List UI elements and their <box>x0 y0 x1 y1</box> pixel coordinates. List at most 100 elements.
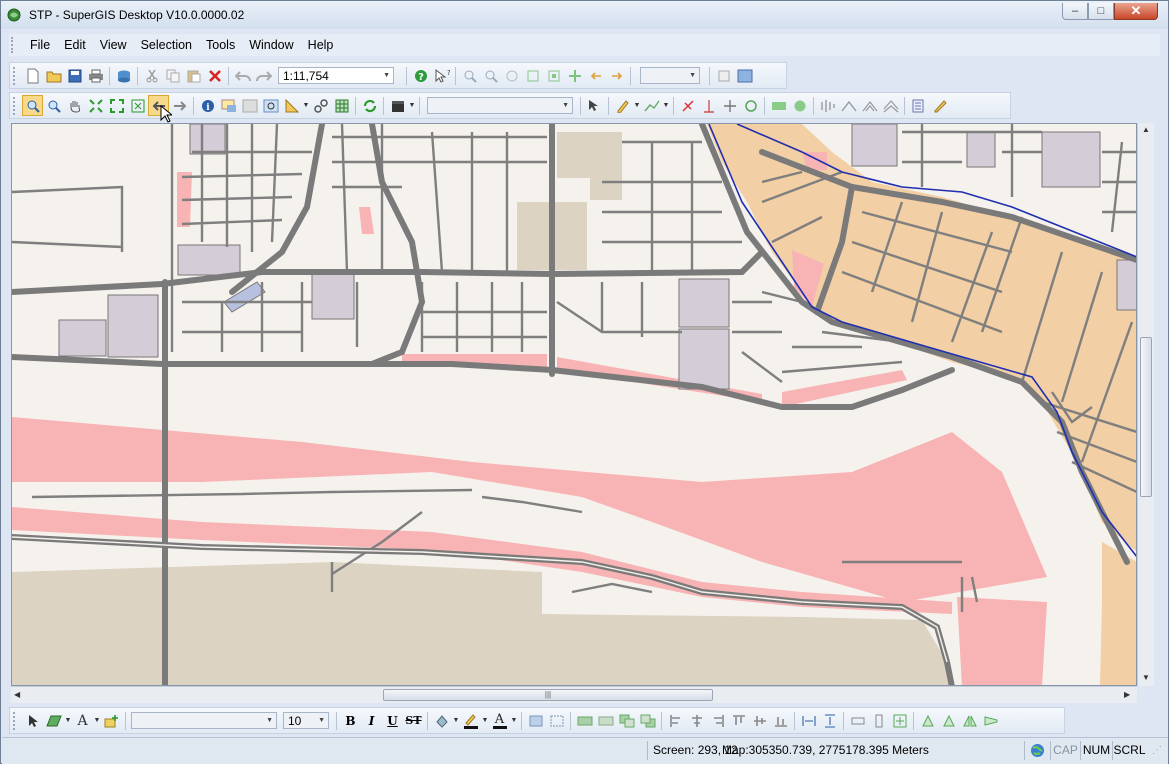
split-icon[interactable] <box>677 95 698 116</box>
map-tips-icon[interactable] <box>218 95 239 116</box>
back-extent-icon[interactable] <box>585 65 606 86</box>
scale-combo[interactable]: 1:11,754 ▼ <box>278 67 394 84</box>
menu-view[interactable]: View <box>93 34 134 56</box>
forward-extent-icon[interactable] <box>606 65 627 86</box>
fill-color-icon[interactable] <box>431 710 452 731</box>
toolbar-grip[interactable] <box>13 66 18 85</box>
vertical-scroll-thumb[interactable] <box>1140 337 1152 497</box>
cut-icon[interactable] <box>141 65 162 86</box>
font-name-combo[interactable]: ▼ <box>131 712 277 729</box>
bold-button[interactable]: B <box>340 710 361 731</box>
delete-icon[interactable] <box>204 65 225 86</box>
rotate-left-icon[interactable] <box>917 710 938 731</box>
line-color-icon[interactable] <box>460 710 481 731</box>
help-icon[interactable]: ? <box>410 65 431 86</box>
menu-selection[interactable]: Selection <box>134 34 199 56</box>
edit-pencil-icon[interactable] <box>612 95 633 116</box>
target-layer-combo[interactable]: ▼ <box>427 97 573 114</box>
italic-button[interactable]: I <box>361 710 382 731</box>
send-backward-icon[interactable] <box>637 710 658 731</box>
link-tool-icon[interactable] <box>310 95 331 116</box>
close-button[interactable]: ✕ <box>1114 3 1158 20</box>
layout-view-icon[interactable] <box>713 65 734 86</box>
zoom-to-selected-icon[interactable] <box>127 95 148 116</box>
vertical-scrollbar[interactable]: ▲ ▼ <box>1137 123 1154 686</box>
copy-icon[interactable] <box>162 65 183 86</box>
data-view-icon[interactable] <box>734 65 755 86</box>
flip-horizontal-icon[interactable] <box>959 710 980 731</box>
add-data-icon[interactable] <box>113 65 134 86</box>
menubar-grip[interactable] <box>11 37 17 53</box>
menu-edit[interactable]: Edit <box>57 34 93 56</box>
attributes-icon[interactable] <box>908 95 929 116</box>
zoom-in-icon[interactable] <box>22 95 43 116</box>
chevron-down-icon[interactable]: ▼ <box>510 717 518 724</box>
select-element-icon[interactable] <box>22 710 43 731</box>
align-right-icon[interactable] <box>707 710 728 731</box>
paste-icon[interactable] <box>183 65 204 86</box>
align-top-icon[interactable] <box>728 710 749 731</box>
identify-icon[interactable]: i <box>197 95 218 116</box>
new-element-icon[interactable] <box>101 710 122 731</box>
menu-window[interactable]: Window <box>242 34 300 56</box>
pan-fixed-icon[interactable] <box>564 65 585 86</box>
same-width-icon[interactable] <box>847 710 868 731</box>
maximize-button[interactable]: □ <box>1088 3 1114 20</box>
intersect-icon[interactable] <box>719 95 740 116</box>
whats-this-icon[interactable]: ? <box>431 65 452 86</box>
align-center-icon[interactable] <box>686 710 707 731</box>
scroll-left-icon[interactable]: ◀ <box>14 690 20 699</box>
distribute-vertical-icon[interactable] <box>819 710 840 731</box>
full-extent-icon[interactable] <box>522 65 543 86</box>
chevron-down-icon[interactable]: ▼ <box>481 717 489 724</box>
send-to-back-icon[interactable] <box>595 710 616 731</box>
align-middle-icon[interactable] <box>749 710 770 731</box>
perpendicular-icon[interactable] <box>698 95 719 116</box>
resize-grip-icon[interactable]: ⋰ <box>1148 741 1166 760</box>
refresh-icon[interactable] <box>359 95 380 116</box>
ellipse-icon[interactable] <box>789 95 810 116</box>
font-size-combo[interactable]: 10 ▼ <box>283 712 329 729</box>
undo-icon[interactable] <box>232 65 253 86</box>
print-icon[interactable] <box>85 65 106 86</box>
rotate-right-icon[interactable] <box>938 710 959 731</box>
scroll-up-icon[interactable]: ▲ <box>1142 125 1150 134</box>
horizontal-scrollbar[interactable]: ◀ ||| ▶ <box>11 686 1137 703</box>
align-bottom-icon[interactable] <box>770 710 791 731</box>
pan-hand-icon[interactable] <box>64 95 85 116</box>
sketch-icon[interactable] <box>641 95 662 116</box>
draw-shape-icon[interactable] <box>43 710 64 731</box>
distribute-horizontal-icon[interactable] <box>798 710 819 731</box>
flip-vertical-icon[interactable] <box>980 710 1001 731</box>
zoom-to-layer-icon[interactable] <box>543 65 564 86</box>
chevron-down-icon[interactable]: ▼ <box>452 717 460 724</box>
align-left-icon[interactable] <box>665 710 686 731</box>
save-icon[interactable] <box>64 65 85 86</box>
clapperboard-icon[interactable] <box>387 95 408 116</box>
previous-extent-icon[interactable] <box>501 65 522 86</box>
strikethrough-button[interactable]: ST <box>403 710 424 731</box>
map-canvas[interactable] <box>11 123 1137 686</box>
hyperlink-icon[interactable] <box>239 95 260 116</box>
chevron-down-icon[interactable]: ▼ <box>302 102 310 109</box>
zoom-out-fixed-icon[interactable] <box>480 65 501 86</box>
chevron-down-icon[interactable]: ▼ <box>633 102 641 109</box>
measure-icon[interactable] <box>281 95 302 116</box>
toolbar-grip[interactable] <box>13 711 18 730</box>
bring-forward-icon[interactable] <box>616 710 637 731</box>
zoom-combo[interactable]: ▼ <box>640 67 700 84</box>
menu-tools[interactable]: Tools <box>199 34 242 56</box>
same-height-icon[interactable] <box>868 710 889 731</box>
bring-to-front-icon[interactable] <box>574 710 595 731</box>
menu-file[interactable]: File <box>23 34 57 56</box>
toolbar-grip[interactable] <box>13 96 18 115</box>
redo-icon[interactable] <box>253 65 274 86</box>
underline-button[interactable]: U <box>382 710 403 731</box>
snap-icon[interactable] <box>740 95 761 116</box>
select-feature-icon[interactable] <box>584 95 605 116</box>
chevron-down-icon[interactable]: ▼ <box>93 717 101 724</box>
group-icon[interactable] <box>525 710 546 731</box>
new-document-icon[interactable] <box>22 65 43 86</box>
zoom-out-icon[interactable] <box>43 95 64 116</box>
minimize-button[interactable]: – <box>1062 3 1088 20</box>
